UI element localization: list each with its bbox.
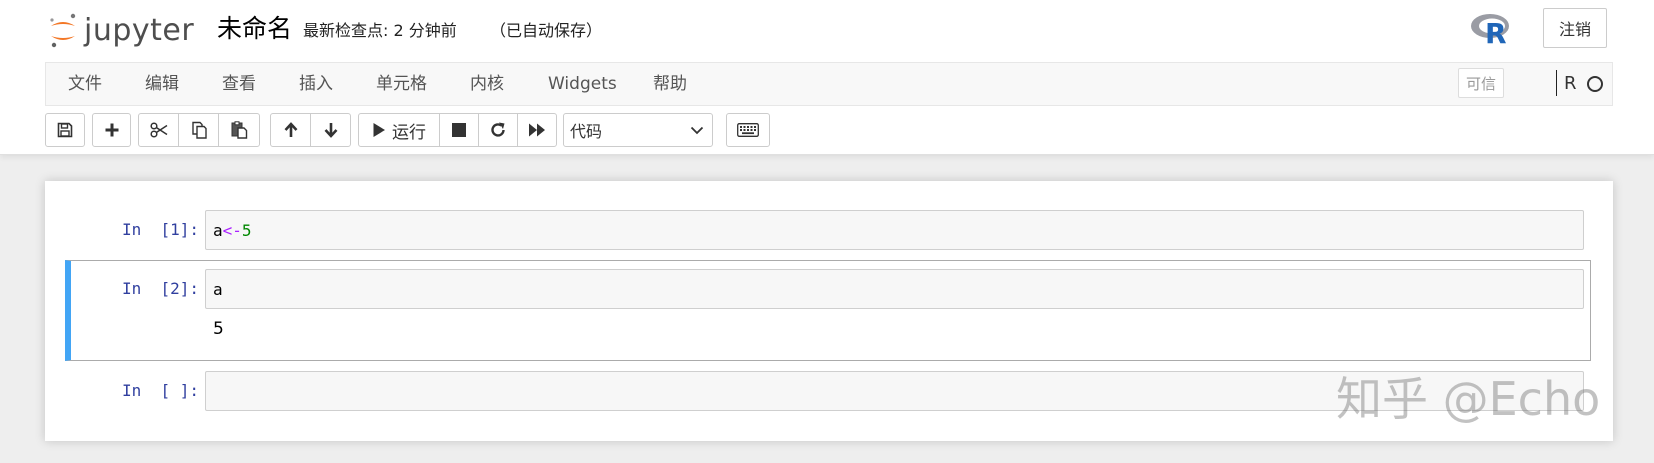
chevron-down-icon xyxy=(690,126,704,135)
cell-output: 5 xyxy=(213,319,224,339)
code-cell[interactable]: In [1]: a <- 5 xyxy=(65,208,1591,252)
cell-type-value: 代码 xyxy=(570,122,603,141)
stop-icon xyxy=(452,123,466,137)
notebook-header: jupyter 未命名 最新检查点: 2 分钟前 （已自动保存） R 注销 文件… xyxy=(0,0,1654,155)
code-cell-selected[interactable]: In [2]: a 5 xyxy=(65,260,1591,361)
cut-button[interactable] xyxy=(138,113,179,147)
restart-run-all-button[interactable] xyxy=(517,113,557,147)
menu-kernel[interactable]: 内核 xyxy=(470,63,504,105)
copy-button[interactable] xyxy=(178,113,219,147)
move-cell-up-button[interactable] xyxy=(270,113,311,147)
arrow-down-icon xyxy=(324,123,337,138)
kernel-name[interactable]: R xyxy=(1564,63,1577,105)
command-palette-button[interactable] xyxy=(726,113,770,147)
menu-help[interactable]: 帮助 xyxy=(653,63,687,105)
save-icon xyxy=(57,122,73,138)
code-token-operator: <- xyxy=(222,220,242,240)
paste-icon xyxy=(231,121,248,139)
code-token-var: a xyxy=(213,220,223,240)
menu-widgets[interactable]: Widgets xyxy=(548,63,617,105)
r-kernel-logo: R xyxy=(1470,11,1514,50)
menubar: 文件 编辑 查看 插入 单元格 内核 Widgets 帮助 可信 R xyxy=(45,62,1613,106)
zhihu-watermark: 知乎 @Echo xyxy=(1336,372,1601,426)
kernel-idle-indicator xyxy=(1587,76,1603,92)
input-prompt: In [1]: xyxy=(121,220,199,239)
code-input[interactable]: a xyxy=(205,269,1584,309)
menu-cell[interactable]: 单元格 xyxy=(376,63,427,105)
menu-file[interactable]: 文件 xyxy=(68,63,102,105)
move-cell-down-button[interactable] xyxy=(310,113,351,147)
run-button[interactable]: 运行 xyxy=(358,113,440,147)
cut-icon xyxy=(149,122,167,138)
menu-insert[interactable]: 插入 xyxy=(299,63,333,105)
paste-button[interactable] xyxy=(218,113,260,147)
insert-cell-button[interactable] xyxy=(92,113,131,147)
save-button[interactable] xyxy=(45,113,85,147)
cell-type-select[interactable]: 代码 xyxy=(563,113,713,147)
r-logo-icon: R xyxy=(1471,14,1509,50)
kernel-separator xyxy=(1556,70,1557,96)
jupyter-logo[interactable]: jupyter xyxy=(48,8,194,52)
notebook-name[interactable]: 未命名 xyxy=(217,9,292,45)
logout-button[interactable]: 注销 xyxy=(1543,8,1607,48)
logo-text: jupyter xyxy=(84,12,195,48)
checkpoint-status: 最新检查点: 2 分钟前 xyxy=(303,21,457,40)
input-prompt: In [2]: xyxy=(121,279,199,298)
restart-kernel-button[interactable] xyxy=(478,113,518,147)
run-button-label: 运行 xyxy=(392,122,426,143)
code-token-number: 5 xyxy=(241,220,252,240)
code-input[interactable]: a <- 5 xyxy=(205,210,1584,250)
code-token-var: a xyxy=(213,279,223,299)
copy-icon xyxy=(191,121,207,139)
menu-view[interactable]: 查看 xyxy=(222,63,256,105)
input-prompt: In [ ]: xyxy=(121,381,199,400)
play-icon xyxy=(373,123,385,137)
interrupt-kernel-button[interactable] xyxy=(439,113,479,147)
arrow-up-icon xyxy=(284,122,297,137)
trusted-indicator[interactable]: 可信 xyxy=(1458,68,1504,98)
menu-edit[interactable]: 编辑 xyxy=(145,63,179,105)
fast-forward-icon xyxy=(529,123,545,137)
autosave-status: （已自动保存） xyxy=(490,21,603,40)
plus-icon xyxy=(105,123,118,137)
restart-icon xyxy=(491,122,505,137)
keyboard-icon xyxy=(737,123,759,137)
svg-text:R: R xyxy=(1485,17,1507,45)
jupyter-logo-icon xyxy=(50,13,76,48)
